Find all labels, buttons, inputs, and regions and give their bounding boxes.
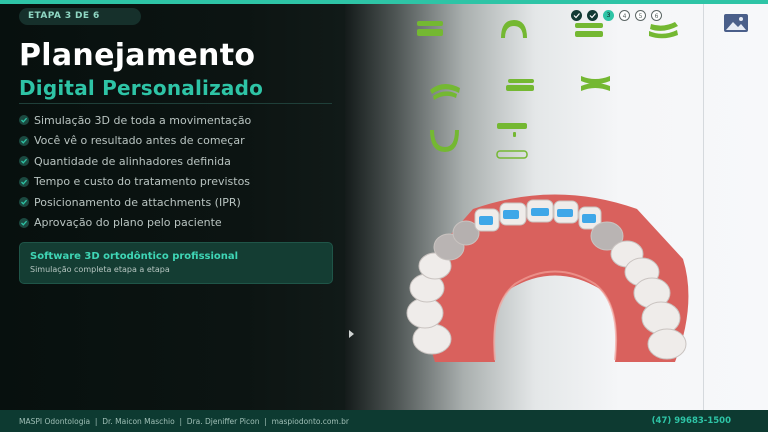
check-circle-icon <box>19 156 29 167</box>
aligner-piece-icon <box>496 150 528 159</box>
list-item: Posicionamento de attachments (IPR) <box>19 192 251 213</box>
benefit-text: Você vê o resultado antes de começar <box>34 134 245 148</box>
aligner-piece-icon <box>513 132 516 137</box>
website-link[interactable]: maspiodonto.com.br <box>272 417 349 426</box>
step-dot-6[interactable]: 6 <box>651 10 662 21</box>
check-icon <box>589 13 596 19</box>
list-item: Quantidade de alinhadores definida <box>19 151 251 172</box>
step-dot-2[interactable] <box>587 10 598 21</box>
page-title: Planejamento <box>19 38 256 73</box>
viewport-marker <box>349 330 354 338</box>
aligner-piece-icon <box>575 31 603 37</box>
aligner-piece-icon <box>508 79 534 83</box>
card-subtitle: Simulação completa etapa a etapa <box>30 265 170 274</box>
doctor-name: Dr. Maicon Maschio <box>102 417 175 426</box>
aligner-piece-icon <box>497 123 527 129</box>
aligner-piece-icon <box>581 76 610 84</box>
list-item: Você vê o resultado antes de começar <box>19 131 251 152</box>
benefit-text: Tempo e custo do tratamento previstos <box>34 175 251 189</box>
benefit-text: Posicionamento de attachments (IPR) <box>34 195 241 209</box>
check-circle-icon <box>19 135 29 146</box>
aligner-piece-icon <box>430 130 459 152</box>
list-item: Aprovação do plano pelo paciente <box>19 213 251 234</box>
aligner-piece-icon <box>433 91 457 100</box>
check-icon <box>573 13 580 19</box>
aligner-piece-icon <box>417 29 443 36</box>
step-dot-5[interactable]: 5 <box>635 10 646 21</box>
check-circle-icon <box>19 176 29 187</box>
viewer-scene <box>406 20 689 362</box>
image-button[interactable] <box>721 10 751 36</box>
software-info-card: Software 3D ortodôntico profissional Sim… <box>19 242 333 284</box>
phone-number[interactable]: (47) 99683-1500 <box>652 416 731 426</box>
aligner-piece-icon <box>417 21 443 26</box>
step-dot-3[interactable]: 3 <box>603 10 614 21</box>
benefit-text: Quantidade de alinhadores definida <box>34 154 231 168</box>
check-circle-icon <box>19 217 29 228</box>
check-circle-icon <box>19 115 29 126</box>
clinic-name: MASPI Odontologia <box>19 417 91 426</box>
info-panel: ETAPA 3 DE 6 Planejamento Digital Person… <box>0 4 345 410</box>
step-dot-4[interactable]: 4 <box>619 10 630 21</box>
dental-arch-model <box>406 194 689 362</box>
benefits-list: Simulação 3D de toda a movimentação Você… <box>19 110 251 233</box>
aligner-piece-icon <box>649 30 678 39</box>
card-title: Software 3D ortodôntico profissional <box>30 251 239 262</box>
benefit-text: Aprovação do plano pelo paciente <box>34 216 222 230</box>
step-progress: 3 4 5 6 <box>571 10 662 24</box>
aligner-pieces <box>417 20 678 159</box>
aligner-piece-icon <box>506 85 534 91</box>
aligner-piece-icon <box>501 20 527 38</box>
list-item: Simulação 3D de toda a movimentação <box>19 110 251 131</box>
doctor-name: Dra. Djeniffer Picon <box>186 417 260 426</box>
page-subtitle: Digital Personalizado <box>19 76 264 100</box>
list-item: Tempo e custo do tratamento previstos <box>19 172 251 193</box>
check-circle-icon <box>19 197 29 208</box>
aligner-piece-icon <box>581 83 610 91</box>
footer: MASPI Odontologia | Dr. Maicon Maschio |… <box>0 410 768 432</box>
3d-viewer[interactable]: 3 4 5 6 <box>345 4 768 410</box>
step-badge: ETAPA 3 DE 6 <box>19 8 141 25</box>
step-dot-1[interactable] <box>571 10 582 21</box>
benefit-text: Simulação 3D de toda a movimentação <box>34 113 252 127</box>
image-icon <box>724 14 748 32</box>
title-divider <box>19 103 332 104</box>
viewer-divider <box>703 4 704 410</box>
footer-credits: MASPI Odontologia | Dr. Maicon Maschio |… <box>19 417 349 426</box>
